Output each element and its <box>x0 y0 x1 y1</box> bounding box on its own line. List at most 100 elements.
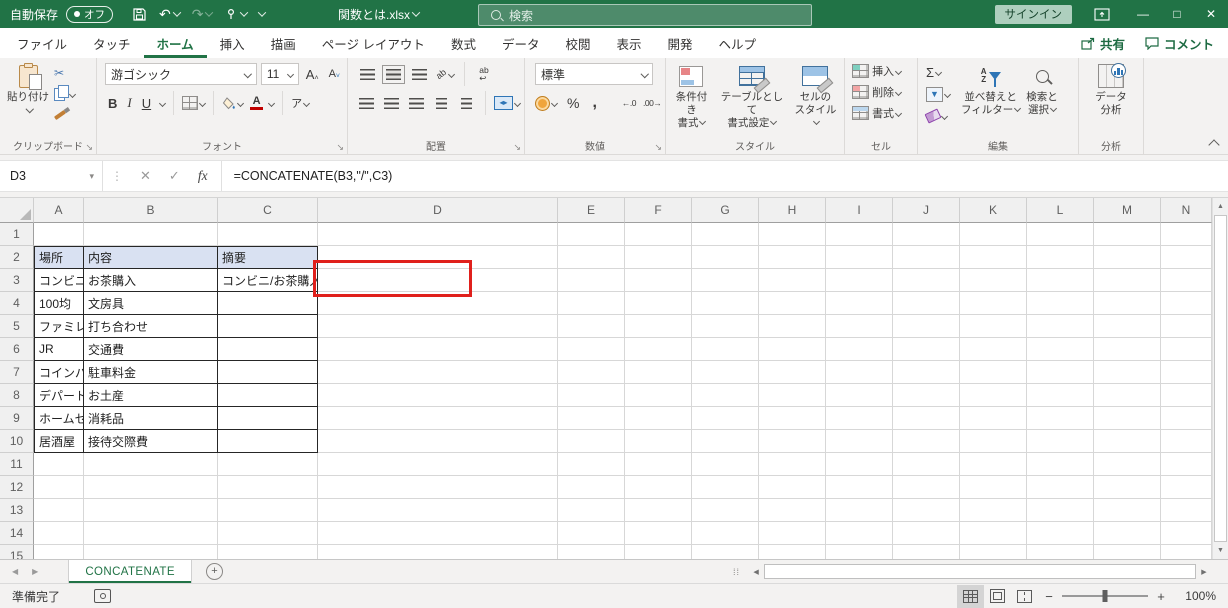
cancel-button[interactable]: ✕ <box>131 168 160 184</box>
cell-C8[interactable] <box>218 384 318 407</box>
cell-N14[interactable] <box>1161 522 1212 545</box>
cell-A15[interactable] <box>34 545 84 559</box>
cell-L12[interactable] <box>1027 476 1094 499</box>
cell-C15[interactable] <box>218 545 318 559</box>
number-dialog-launcher[interactable]: ↘ <box>654 143 662 152</box>
cell-K3[interactable] <box>960 269 1027 292</box>
clipboard-dialog-launcher[interactable]: ↘ <box>85 143 93 152</box>
paste-button[interactable]: 貼り付け <box>4 62 52 137</box>
cell-M8[interactable] <box>1094 384 1161 407</box>
cell-E3[interactable] <box>558 269 625 292</box>
bold-button[interactable]: B <box>105 96 120 111</box>
cell-H12[interactable] <box>759 476 826 499</box>
cell-K8[interactable] <box>960 384 1027 407</box>
formula-bar-handle[interactable]: ⋮ <box>103 169 131 183</box>
ribbon-tab-開発[interactable]: 開発 <box>655 28 706 58</box>
next-sheet-button[interactable]: ▶ <box>32 567 38 576</box>
data-analysis-button[interactable]: データ 分析 <box>1092 62 1130 137</box>
cell-C7[interactable] <box>218 361 318 384</box>
ribbon-tab-データ[interactable]: データ <box>489 28 553 58</box>
cell-N2[interactable] <box>1161 246 1212 269</box>
cell-M6[interactable] <box>1094 338 1161 361</box>
cell-A12[interactable] <box>34 476 84 499</box>
column-header-L[interactable]: L <box>1027 198 1094 223</box>
cell-J5[interactable] <box>893 315 960 338</box>
row-header-7[interactable]: 7 <box>0 361 34 384</box>
cell-L8[interactable] <box>1027 384 1094 407</box>
cell-K14[interactable] <box>960 522 1027 545</box>
cell-H14[interactable] <box>759 522 826 545</box>
column-header-J[interactable]: J <box>893 198 960 223</box>
row-header-12[interactable]: 12 <box>0 476 34 499</box>
alignment-dialog-launcher[interactable]: ↘ <box>513 143 521 152</box>
add-sheet-button[interactable]: + <box>206 563 223 580</box>
cell-C2[interactable]: 摘要 <box>218 246 318 269</box>
align-center-button[interactable] <box>381 93 402 113</box>
cell-E15[interactable] <box>558 545 625 559</box>
cell-F12[interactable] <box>625 476 692 499</box>
align-top-button[interactable] <box>356 64 378 84</box>
cell-B14[interactable] <box>84 522 218 545</box>
ribbon-tab-ファイル[interactable]: ファイル <box>4 28 80 58</box>
column-header-H[interactable]: H <box>759 198 826 223</box>
cell-J11[interactable] <box>893 453 960 476</box>
ribbon-tab-数式[interactable]: 数式 <box>438 28 489 58</box>
cell-N5[interactable] <box>1161 315 1212 338</box>
format-painter-button[interactable] <box>54 106 75 124</box>
cell-H4[interactable] <box>759 292 826 315</box>
cell-B6[interactable]: 交通費 <box>84 338 218 361</box>
column-header-B[interactable]: B <box>84 198 218 223</box>
formula-input[interactable]: =CONCATENATE(B3,"/",C3) <box>226 169 393 183</box>
cell-K7[interactable] <box>960 361 1027 384</box>
cell-C1[interactable] <box>218 223 318 246</box>
cell-J1[interactable] <box>893 223 960 246</box>
column-header-C[interactable]: C <box>218 198 318 223</box>
cell-N8[interactable] <box>1161 384 1212 407</box>
decrease-indent-button[interactable] <box>431 93 452 113</box>
name-box[interactable]: D3 ▾ <box>0 161 103 191</box>
cell-F7[interactable] <box>625 361 692 384</box>
row-header-11[interactable]: 11 <box>0 453 34 476</box>
cell-G2[interactable] <box>692 246 759 269</box>
page-break-view-button[interactable] <box>1011 585 1038 608</box>
cell-I13[interactable] <box>826 499 893 522</box>
sheet-tab-concatenate[interactable]: CONCATENATE <box>68 560 192 583</box>
cell-E13[interactable] <box>558 499 625 522</box>
document-title[interactable]: 関数とは.xlsx <box>338 0 419 28</box>
align-bottom-button[interactable] <box>408 64 430 84</box>
cell-E10[interactable] <box>558 430 625 453</box>
column-header-A[interactable]: A <box>34 198 84 223</box>
cell-C10[interactable] <box>218 430 318 453</box>
cell-F2[interactable] <box>625 246 692 269</box>
cell-I1[interactable] <box>826 223 893 246</box>
cell-A1[interactable] <box>34 223 84 246</box>
ribbon-tab-表示[interactable]: 表示 <box>603 28 654 58</box>
cell-I12[interactable] <box>826 476 893 499</box>
cell-L5[interactable] <box>1027 315 1094 338</box>
cell-G13[interactable] <box>692 499 759 522</box>
cell-F5[interactable] <box>625 315 692 338</box>
cell-K15[interactable] <box>960 545 1027 559</box>
cell-D6[interactable] <box>318 338 558 361</box>
column-header-N[interactable]: N <box>1161 198 1212 223</box>
cell-I10[interactable] <box>826 430 893 453</box>
cell-E2[interactable] <box>558 246 625 269</box>
previous-sheet-button[interactable]: ◀ <box>12 567 18 576</box>
fill-button[interactable]: ▼ <box>926 85 950 103</box>
cell-A4[interactable]: 100均 <box>34 292 84 315</box>
decrease-decimal-button[interactable]: .00→ <box>643 98 661 108</box>
cell-B5[interactable]: 打ち合わせ <box>84 315 218 338</box>
cell-J12[interactable] <box>893 476 960 499</box>
cell-G14[interactable] <box>692 522 759 545</box>
cell-D10[interactable] <box>318 430 558 453</box>
cell-M10[interactable] <box>1094 430 1161 453</box>
cell-E9[interactable] <box>558 407 625 430</box>
cell-B1[interactable] <box>84 223 218 246</box>
cell-I14[interactable] <box>826 522 893 545</box>
cell-L4[interactable] <box>1027 292 1094 315</box>
cell-D15[interactable] <box>318 545 558 559</box>
cell-G15[interactable] <box>692 545 759 559</box>
cell-J2[interactable] <box>893 246 960 269</box>
cell-styles-button[interactable]: セルの スタイル <box>791 62 840 137</box>
cell-J15[interactable] <box>893 545 960 559</box>
